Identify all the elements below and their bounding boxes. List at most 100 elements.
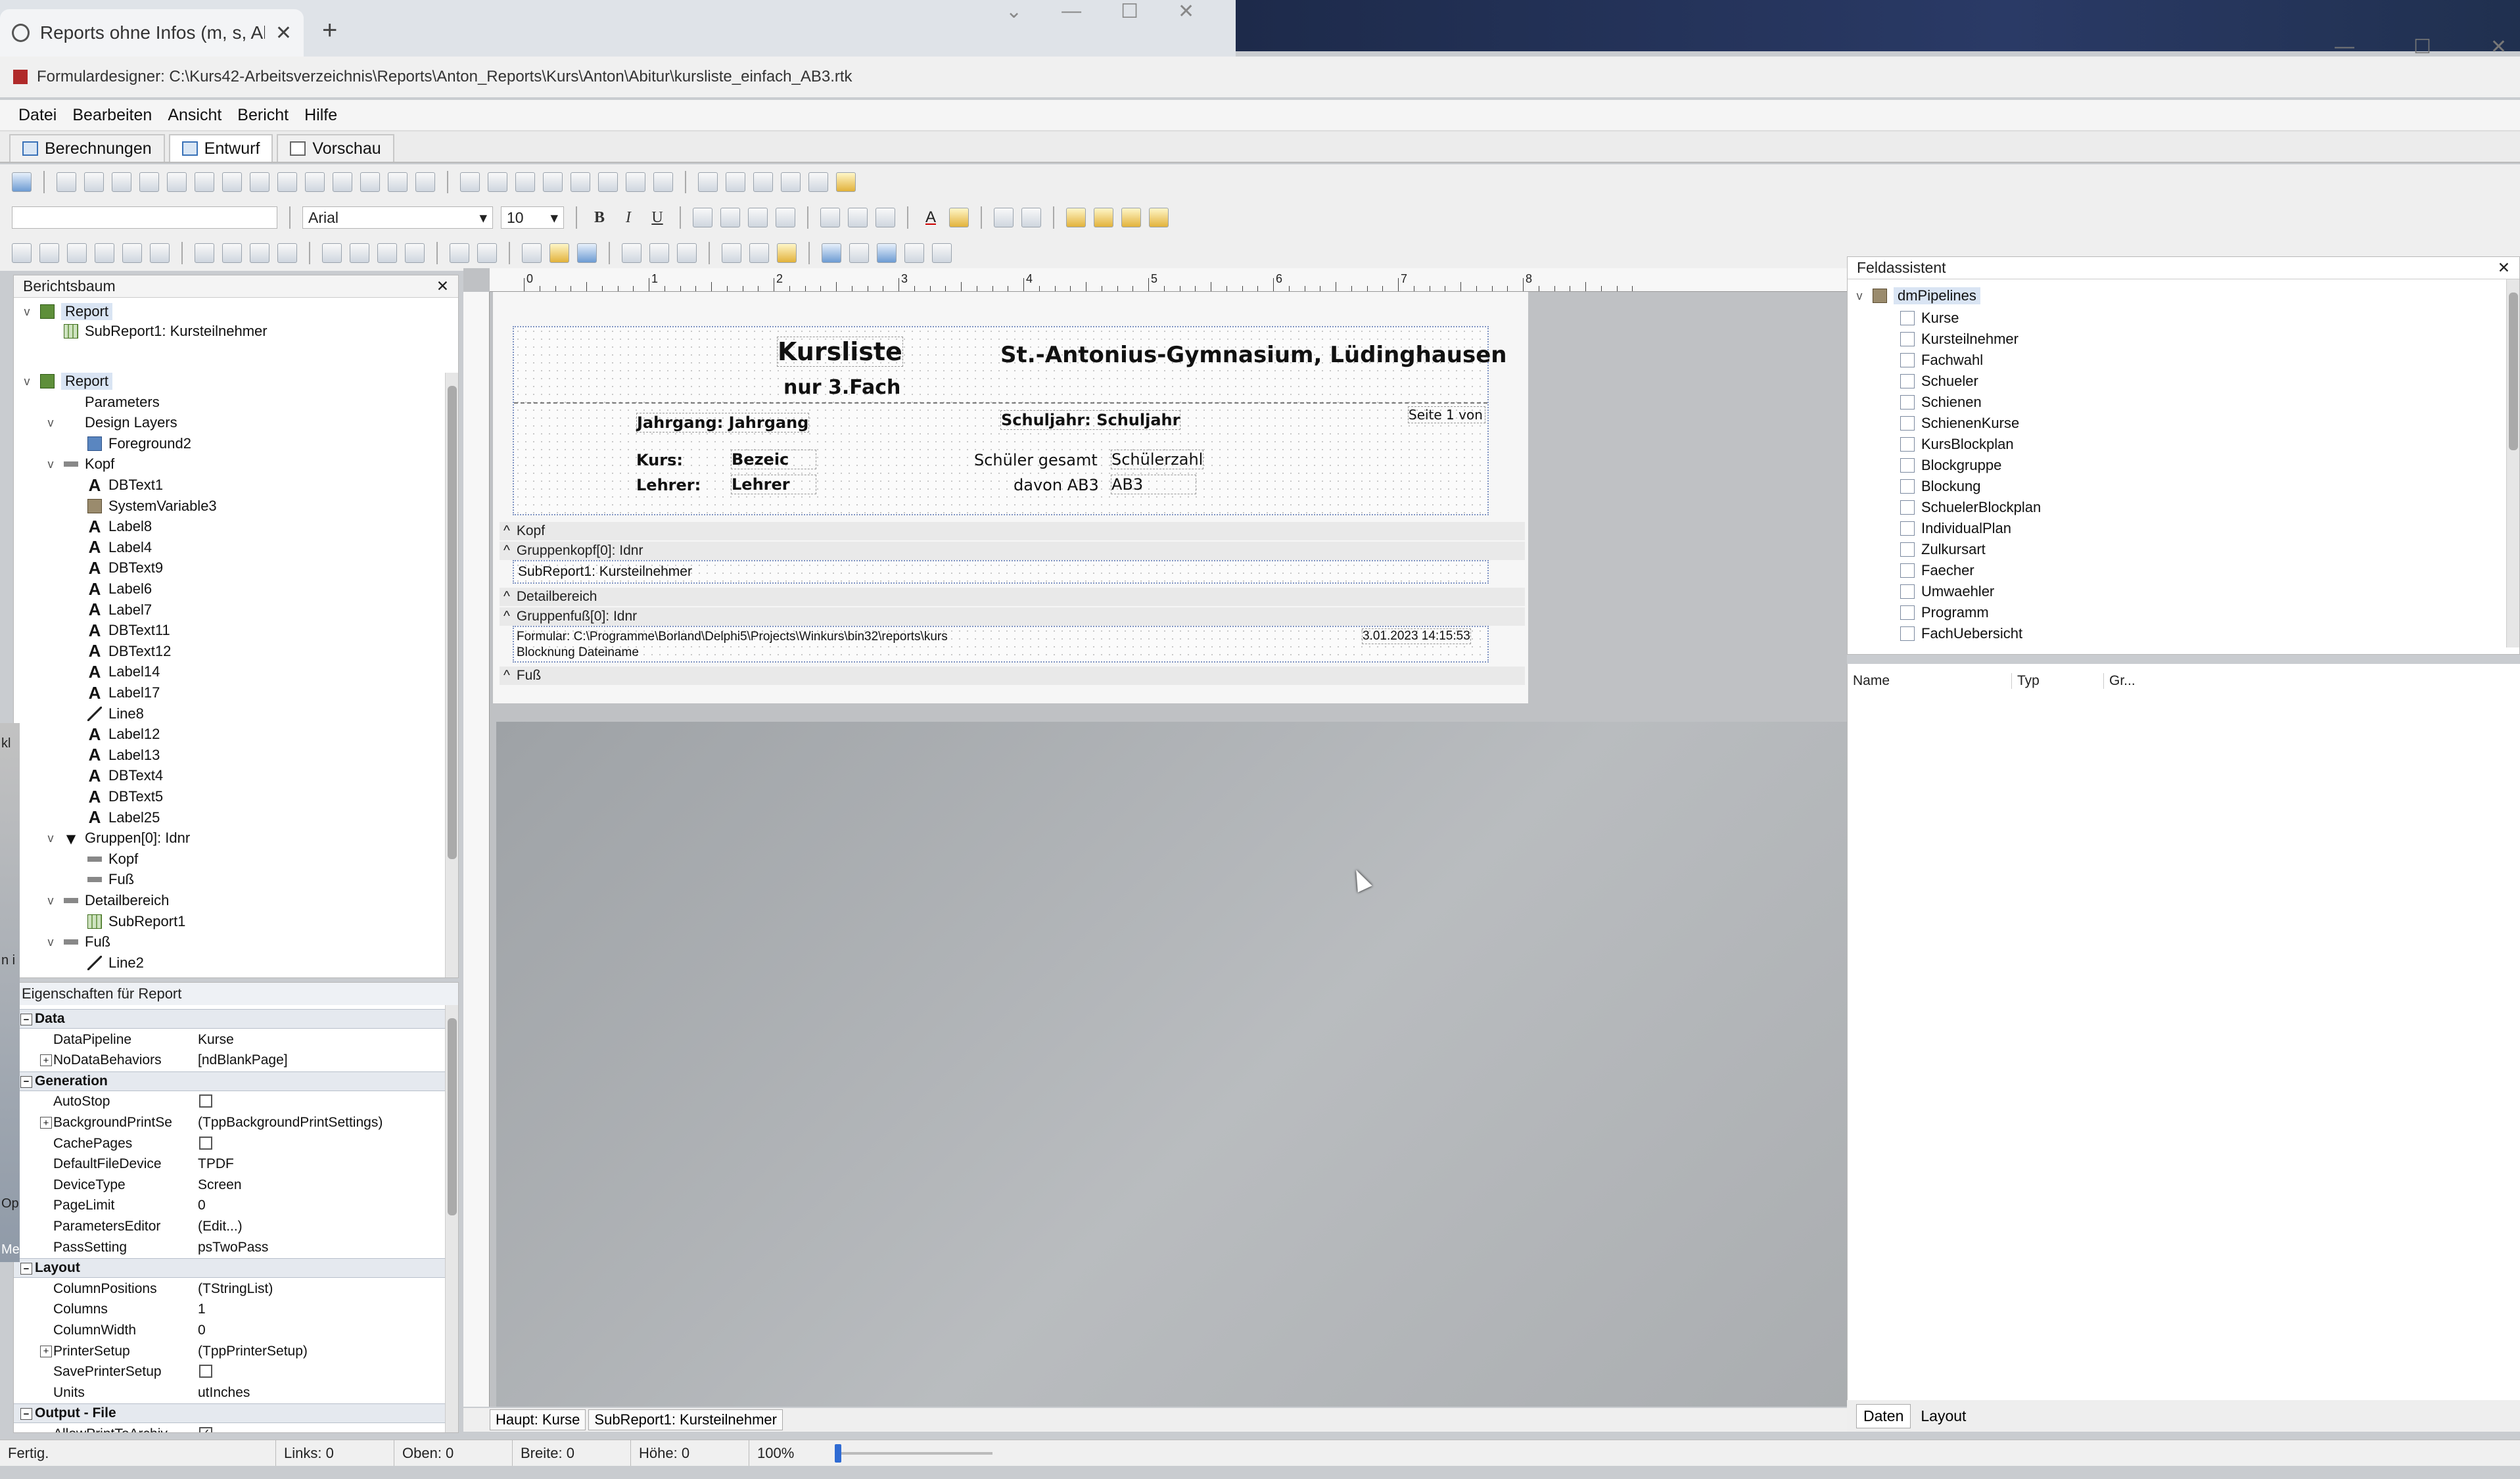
property-row[interactable]: Columns 1 — [14, 1300, 458, 1319]
footer-band-area[interactable]: Formular: C:\Programme\Borland\Delphi5\P… — [513, 626, 1489, 663]
same-height-icon[interactable] — [350, 243, 369, 263]
property-category[interactable]: − Output - File — [14, 1403, 458, 1424]
bold-button[interactable]: B — [589, 207, 610, 228]
send-to-back-icon[interactable] — [1094, 208, 1113, 227]
pipelines-root[interactable]: v dmPipelines — [1853, 286, 1980, 306]
property-value[interactable]: (Edit...) — [198, 1219, 243, 1234]
subtitle-label[interactable]: nur 3.Fach — [783, 376, 900, 399]
highlight-color-icon[interactable] — [949, 208, 969, 227]
property-row[interactable]: + NoDataBehaviors [ndBlankPage] — [14, 1050, 458, 1070]
minimize-icon[interactable]: — — [1062, 0, 1081, 23]
property-checkbox[interactable] — [199, 1094, 212, 1108]
print-preview-icon[interactable] — [677, 243, 697, 263]
zoom-slider[interactable] — [835, 1444, 992, 1463]
tree-item[interactable]: A Label14 — [68, 662, 160, 682]
property-row[interactable]: DefaultFileDevice TPDF — [14, 1154, 458, 1174]
pipeline-item[interactable]: SchuelerBlockplan — [1900, 498, 2041, 517]
grid-tool-icon[interactable] — [726, 172, 745, 192]
tab-layout[interactable]: Layout — [1913, 1403, 1974, 1428]
space-vertical-icon[interactable] — [222, 243, 242, 263]
align-lefts-icon[interactable] — [12, 243, 32, 263]
space-horizontal-icon[interactable] — [195, 243, 214, 263]
dbchart-tool-icon[interactable] — [653, 172, 673, 192]
border-icon[interactable] — [1021, 208, 1041, 227]
region-tool-icon[interactable] — [360, 172, 380, 192]
close-icon[interactable]: ✕ — [2490, 35, 2507, 59]
property-value[interactable]: (TStringList) — [198, 1281, 273, 1297]
dbtext-tool-icon[interactable] — [460, 172, 480, 192]
map-tool-icon[interactable] — [836, 172, 856, 192]
send-backward-icon[interactable] — [1149, 208, 1169, 227]
chevron-down-icon[interactable]: v — [44, 935, 57, 949]
band-gruppenkopf[interactable]: ^ Gruppenkopf[0]: Idnr — [500, 542, 1525, 560]
band-fuss[interactable]: ^ Fuß — [500, 667, 1525, 685]
tab-haupt-kurse[interactable]: Haupt: Kurse — [490, 1409, 586, 1430]
schueler-gesamt-label[interactable]: Schüler gesamt — [974, 451, 1098, 469]
cut-icon[interactable] — [722, 243, 741, 263]
tree-item[interactable]: v Report — [20, 302, 113, 321]
property-value[interactable]: utInches — [198, 1385, 250, 1401]
dbcheckbox-tool-icon[interactable] — [626, 172, 645, 192]
tree-item[interactable]: v Detailbereich — [44, 891, 170, 910]
tree-item[interactable]: Line8 — [68, 704, 144, 724]
chevron-down-icon[interactable]: v — [20, 375, 34, 388]
align-left-icon[interactable] — [693, 208, 712, 227]
print-icon[interactable] — [649, 243, 669, 263]
tree-item[interactable]: A DBText9 — [68, 558, 164, 578]
tree-item[interactable]: Kopf — [68, 849, 138, 869]
expand-icon[interactable]: + — [40, 1054, 52, 1067]
pipeline-item[interactable]: Blockung — [1900, 477, 1981, 496]
dbcalc-tool-icon[interactable] — [543, 172, 563, 192]
chevron-down-icon[interactable]: v — [1853, 289, 1866, 303]
line-thickness-icon[interactable] — [904, 243, 924, 263]
grow-height-icon[interactable] — [405, 243, 425, 263]
pointer-icon[interactable] — [57, 172, 76, 192]
align-centers-icon[interactable] — [39, 243, 59, 263]
property-value[interactable]: (TppPrinterSetup) — [198, 1344, 308, 1359]
schuljahr-field[interactable]: Schuljahr: Schuljahr — [1000, 410, 1181, 430]
italic-button[interactable]: I — [618, 207, 639, 228]
tree-item[interactable]: A Label13 — [68, 745, 160, 765]
property-row[interactable]: CachePages — [14, 1134, 458, 1154]
property-row[interactable]: SavePrinterSetup — [14, 1362, 458, 1382]
property-checkbox[interactable]: ✓ — [199, 1427, 212, 1432]
tree-item[interactable]: A Label12 — [68, 724, 160, 744]
tab-subreport1[interactable]: SubReport1: Kursteilnehmer — [588, 1409, 783, 1430]
barcode-tool-icon[interactable] — [333, 172, 352, 192]
close-icon[interactable]: ✕ — [2498, 259, 2510, 277]
shape-tool-icon[interactable] — [250, 172, 269, 192]
font-size-select[interactable]: 10 ▾ — [501, 206, 564, 229]
pipeline-item[interactable]: Zulkursart — [1900, 540, 1986, 559]
property-row[interactable]: DataPipeline Kurse — [14, 1030, 458, 1050]
tree-item[interactable]: A Label7 — [68, 599, 152, 620]
table-grid-icon[interactable] — [808, 172, 828, 192]
menu-ansicht[interactable]: Ansicht — [168, 106, 222, 125]
component-name-input[interactable] — [12, 206, 277, 229]
tree-item[interactable]: v Fuß — [44, 932, 111, 952]
dbimage-tool-icon[interactable] — [571, 172, 590, 192]
davon-ab3-label[interactable]: davon AB3 — [1014, 476, 1099, 494]
band-gruppenfuss[interactable]: ^ Gruppenfuß[0]: Idnr — [500, 607, 1525, 626]
property-value[interactable]: (TppBackgroundPrintSettings) — [198, 1115, 383, 1131]
save-icon[interactable] — [577, 243, 597, 263]
title-label[interactable]: Kursliste — [777, 337, 903, 367]
property-checkbox[interactable] — [199, 1136, 212, 1150]
footer-path-field[interactable]: Formular: C:\Programme\Borland\Delphi5\P… — [517, 630, 990, 644]
same-width-icon[interactable] — [322, 243, 342, 263]
valign-bottom-icon[interactable] — [875, 208, 895, 227]
tab-daten[interactable]: Daten — [1856, 1403, 1911, 1428]
align-bottoms-icon[interactable] — [150, 243, 170, 263]
grow-width-icon[interactable] — [377, 243, 397, 263]
lehrer-label[interactable]: Lehrer: — [636, 476, 701, 494]
browser-tab-close-icon[interactable]: ✕ — [275, 22, 292, 45]
nudge-icon[interactable] — [450, 243, 469, 263]
column-typ[interactable]: Typ — [2012, 673, 2104, 689]
paint-icon[interactable] — [781, 172, 801, 192]
menu-hilfe[interactable]: Hilfe — [304, 106, 337, 125]
field-assistant-scrollbar[interactable] — [2506, 279, 2519, 647]
page-break-icon[interactable] — [753, 172, 773, 192]
select-tool-icon[interactable] — [12, 172, 32, 192]
paste-icon[interactable] — [777, 243, 797, 263]
tree-item[interactable]: A DBText1 — [68, 475, 164, 495]
property-row[interactable]: Units utInches — [14, 1383, 458, 1403]
